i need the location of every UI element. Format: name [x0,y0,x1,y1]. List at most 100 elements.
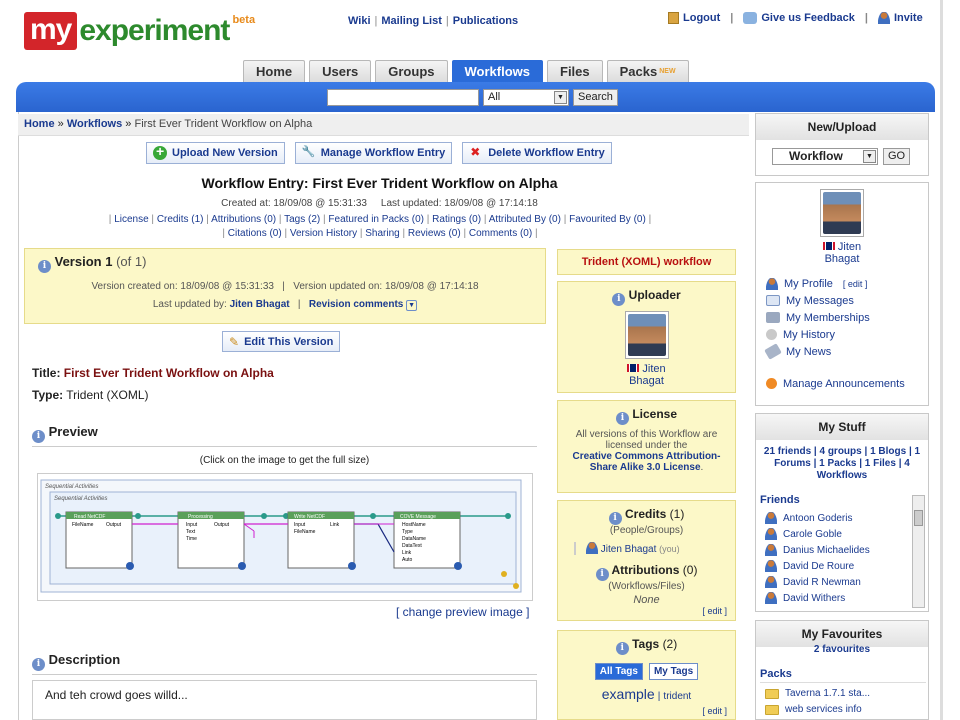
revision-comments-link[interactable]: Revision comments [309,299,403,310]
node-read-netcdf: Read NetCDF FileName Output [65,511,134,570]
profile-avatar[interactable] [820,189,864,237]
credits-edit-link[interactable]: [ edit ] [702,606,727,616]
favourites-count[interactable]: 2 favourites [756,644,928,655]
menu-my-memberships[interactable]: My Memberships [766,309,928,326]
mailing-list-link[interactable]: Mailing List [381,15,442,27]
tab-users[interactable]: Users [309,60,372,82]
invite-link[interactable]: Invite [877,12,923,24]
tag-trident[interactable]: trident [663,691,691,702]
tab-files[interactable]: Files [547,60,603,82]
tag-cloud: example | trident [601,686,692,702]
workflow-type-badge: Trident (XOML) workflow [557,249,736,275]
folder-icon [765,688,779,699]
new-upload-select[interactable]: Workflow ▼ [772,148,878,165]
svg-text:Input: Input [186,522,198,528]
tab-groups[interactable]: Groups [375,60,448,82]
nav-tags[interactable]: Tags (2) [284,214,320,225]
go-button[interactable]: GO [883,148,911,165]
node-processing: Processing Input Output Text Time [177,511,246,570]
friends-scrollbar[interactable] [912,495,925,608]
nav-sharing[interactable]: Sharing [365,228,399,239]
credit-person-link[interactable]: Jiten Bhagat [601,544,657,555]
menu-my-profile[interactable]: My Profile[ edit ] [766,275,928,292]
tab-packs[interactable]: Packs NEW [606,60,689,82]
license-link[interactable]: Creative Commons Attribution-Share Alike… [573,451,721,473]
uk-flag-icon [822,242,835,250]
workflow-type: Type: Trident (XOML) [32,388,149,402]
nav-version-history[interactable]: Version History [290,228,357,239]
menu-my-news[interactable]: My News [764,343,928,360]
menu-my-history[interactable]: My History [766,326,928,343]
menu-manage-announcements[interactable]: Manage Announcements [766,375,928,392]
profile-box: Jiten Bhagat My Profile[ edit ] My Messag… [755,182,929,406]
nav-attributed-by[interactable]: Attributed By (0) [489,214,561,225]
nav-reviews[interactable]: Reviews (0) [408,228,461,239]
tab-all-tags[interactable]: All Tags [594,663,643,680]
info-icon: i [615,642,629,655]
tab-home[interactable]: Home [243,60,306,82]
folder-icon [765,704,779,715]
site-logo[interactable]: my experiment beta [24,12,255,50]
breadcrumb-home[interactable]: Home [24,118,55,130]
scrollbar-thumb[interactable] [914,510,923,526]
feedback-link[interactable]: Give us Feedback [743,12,855,24]
search-scope-select[interactable]: All ▼ [483,89,569,106]
chevron-down-icon: ▼ [554,91,567,104]
nav-favourited-by[interactable]: Favourited By (0) [569,214,646,225]
delete-workflow-button[interactable]: Delete Workflow Entry [462,142,612,164]
tab-workflows[interactable]: Workflows [451,60,543,82]
search-button[interactable]: Search [573,89,618,106]
entry-meta: Created at: 18/09/08 @ 15:31:33 Last upd… [221,198,538,209]
list-item[interactable]: Carole Goble [765,526,915,542]
nav-credits[interactable]: Credits (1) [157,214,204,225]
nav-attributions[interactable]: Attributions (0) [211,214,276,225]
nav-citations[interactable]: Citations (0) [228,228,282,239]
workflow-preview-image[interactable]: Sequential Activities Sequential Activit… [37,473,533,601]
uploader-name[interactable]: Jiten Bhagat [558,363,735,387]
nav-license[interactable]: License [114,214,148,225]
nav-comments[interactable]: Comments (0) [469,228,532,239]
last-updated-by-link[interactable]: Jiten Bhagat [230,299,290,310]
license-panel: i License All versions of this Workflow … [557,400,736,493]
upload-new-version-button[interactable]: Upload New Version [146,142,285,164]
search-input[interactable] [327,89,479,106]
person-icon [765,544,777,556]
breadcrumb-workflows[interactable]: Workflows [67,118,122,130]
nav-featured-packs[interactable]: Featured in Packs (0) [328,214,424,225]
tags-panel: i Tags (2) All Tags My Tags example | tr… [557,630,736,720]
pack-item[interactable]: web services info [765,704,862,715]
uploader-avatar[interactable] [624,311,669,359]
svg-text:HostName: HostName [402,522,426,528]
my-stuff-summary[interactable]: 21 friends | 4 groups | 1 Blogs | 1 Foru… [762,446,922,482]
list-item[interactable]: David R Newman [765,574,915,590]
logout-link[interactable]: Logout [668,12,720,24]
profile-edit-link[interactable]: [ edit ] [843,279,868,289]
pack-item[interactable]: Taverna 1.7.1 sta... [765,688,870,699]
wiki-link[interactable]: Wiki [348,15,371,27]
edit-version-button[interactable]: ✎ Edit This Version [222,331,341,352]
manage-workflow-button[interactable]: Manage Workflow Entry [294,142,453,164]
list-item[interactable]: Danius Michaelides [765,542,915,558]
window-edge [940,0,943,720]
change-preview-link[interactable]: [ change preview image ] [396,605,529,619]
description-heading: i Description [32,652,537,675]
tab-my-tags[interactable]: My Tags [648,663,699,680]
publications-link[interactable]: Publications [453,15,518,27]
list-item[interactable]: David De Roure [765,558,915,574]
version-heading: i Version 1 (of 1) [38,254,146,273]
packs-heading: Packs [760,668,926,683]
svg-text:Read NetCDF: Read NetCDF [74,514,105,520]
expand-icon[interactable]: ▼ [406,300,418,311]
list-item[interactable]: David Withers [765,590,915,606]
profile-name[interactable]: Jiten Bhagat [756,241,928,265]
menu-my-messages[interactable]: My Messages [766,292,928,309]
inner-activity-label: Sequential Activities [54,496,107,502]
tags-edit-link[interactable]: [ edit ] [702,706,727,716]
person-icon [765,576,777,588]
new-upload-box: New/Upload Workflow ▼ GO [755,113,929,176]
svg-text:Input: Input [294,522,306,528]
logo-my: my [24,12,78,50]
nav-ratings[interactable]: Ratings (0) [432,214,481,225]
tag-example[interactable]: example [602,686,655,702]
list-item[interactable]: Antoon Goderis [765,510,915,526]
